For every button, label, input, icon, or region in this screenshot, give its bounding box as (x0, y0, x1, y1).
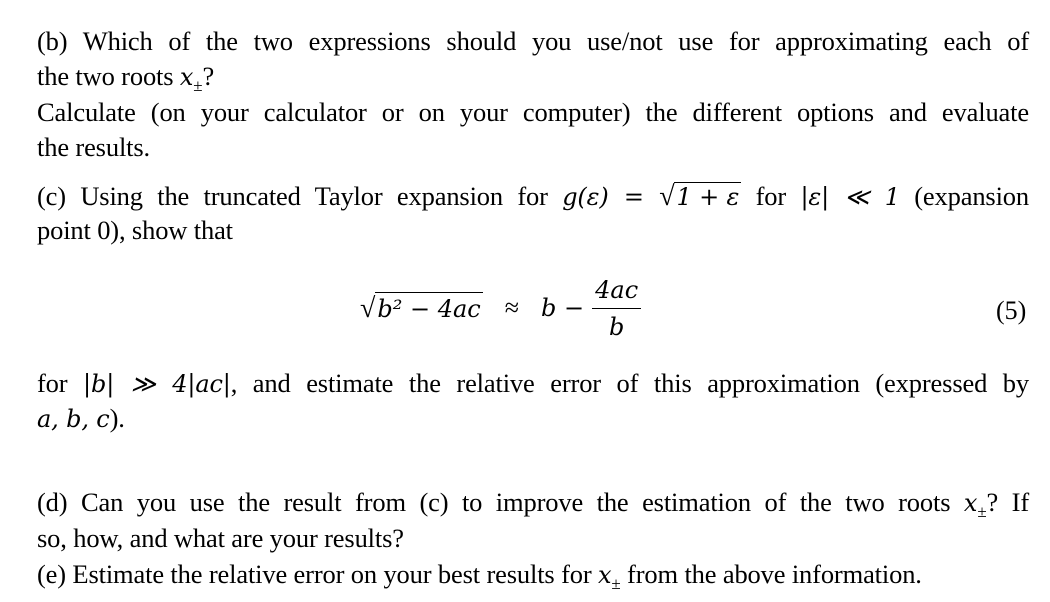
part-e-line-1: (e) Estimate the relative error on your … (37, 559, 922, 592)
part-b-line-4: the results. (37, 132, 151, 162)
text: (e) Estimate the relative error on your … (37, 559, 598, 589)
text: (d) Can you use the result from (c) to i… (37, 487, 964, 517)
fraction-numerator: 4ac (592, 276, 642, 309)
text: from the above information. (620, 559, 922, 589)
equation-lhs: √b² − 4ac (360, 291, 483, 324)
condition: |ε| ≪ 1 (800, 183, 900, 211)
part-c-line-2: point 0), show that (37, 215, 233, 245)
equation-rhs-term: b − (541, 294, 585, 322)
text: ? (202, 61, 215, 91)
part-b-line-2: the two roots x±? (37, 61, 215, 94)
function-g: g(ε) = (562, 183, 660, 211)
text: for (741, 181, 801, 211)
sqrt-expression: √1 + ε (659, 181, 742, 212)
root-subscript: ± (611, 574, 621, 593)
equation-fraction: 4ac b (592, 276, 642, 341)
root-variable: x (179, 63, 194, 91)
text: (c) Using the truncated Taylor expansion… (37, 181, 563, 211)
equation-5: √b² − 4ac ≈ b − 4ac b (360, 268, 642, 348)
equation-number: (5) (996, 296, 1027, 325)
root-variable: x (963, 489, 978, 517)
approx-symbol: ≈ (504, 293, 520, 322)
sqrt-argument: 1 + ε (674, 182, 742, 211)
text: , and estimate the relative error of thi… (230, 368, 1029, 398)
part-c-line-4: a, b, c). (37, 405, 125, 432)
text: the two roots (37, 61, 180, 91)
condition: |b| ≫ 4|ac| (83, 370, 231, 398)
part-d-line-1: (d) Can you use the result from (c) to i… (37, 487, 1030, 520)
text: (expansion (899, 181, 1030, 211)
root-subscript: ± (977, 502, 987, 521)
part-b-line-1: (b) Which of the two expressions should … (37, 26, 1029, 56)
text: ? If (986, 487, 1030, 517)
part-b-line-3: Calculate (on your calculator or on your… (37, 97, 1029, 127)
root-subscript: ± (193, 76, 203, 95)
text: for (37, 368, 84, 398)
fraction-denominator: b (608, 312, 625, 341)
root-variable: x (598, 561, 612, 589)
text: ). (109, 403, 125, 433)
part-d-line-2: so, how, and what are your results? (37, 523, 404, 553)
part-c-line-1: (c) Using the truncated Taylor expansion… (37, 182, 1029, 211)
variables: a, b, c (37, 405, 110, 433)
part-c-line-3: for |b| ≫ 4|ac|, and estimate the relati… (37, 370, 1029, 397)
equation-lhs-argument: b² − 4ac (375, 291, 483, 323)
